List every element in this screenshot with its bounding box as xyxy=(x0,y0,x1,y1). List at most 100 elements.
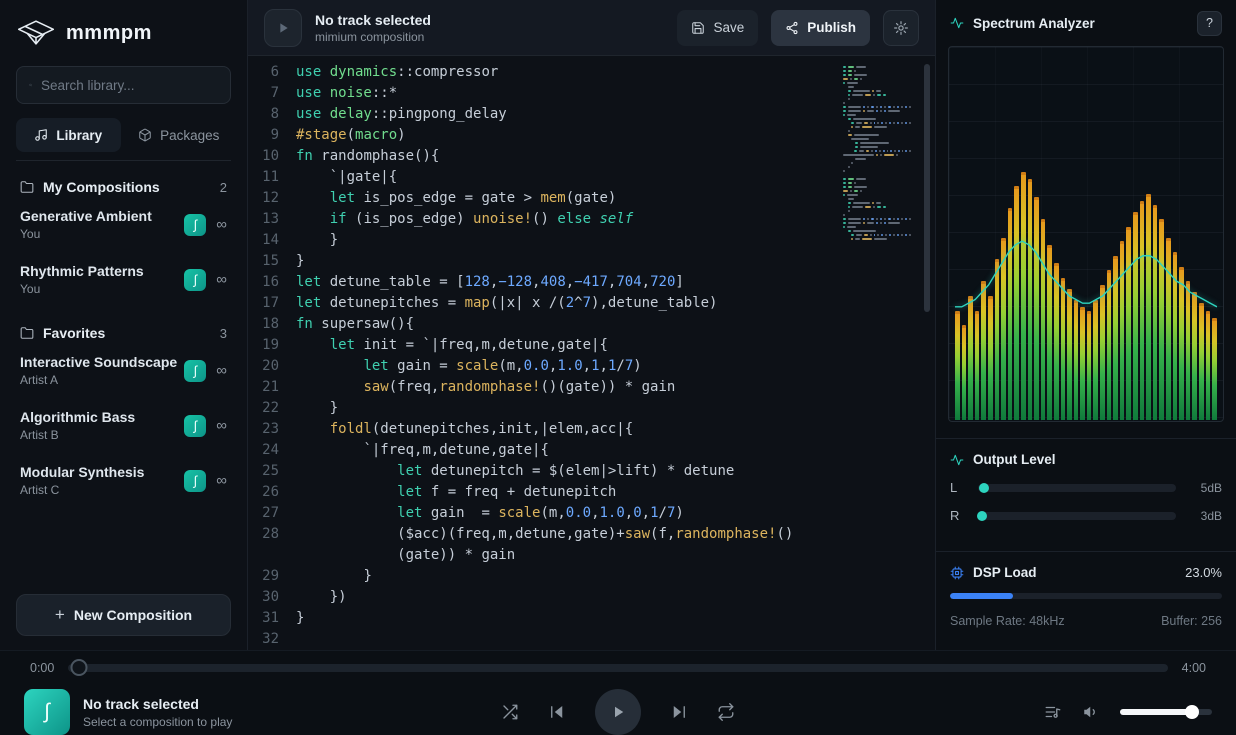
sidebar: mmmpm Library Packages My Compositions 2… xyxy=(0,0,248,650)
tab-label: Packages xyxy=(160,128,219,143)
publish-button[interactable]: Publish xyxy=(771,10,870,46)
waveform-tile-icon: ∫ xyxy=(184,360,206,382)
repeat-button[interactable] xyxy=(717,703,735,721)
save-button[interactable]: Save xyxy=(677,10,758,46)
list-item-modular-synthesis[interactable]: Modular Synthesis Artist C ∫ ∞ xyxy=(16,453,231,508)
code-line[interactable]: 21 saw(freq,randomphase!()(gate)) * gain xyxy=(248,377,935,398)
editor-track-meta: No track selected mimium composition xyxy=(315,12,431,44)
queue-button[interactable] xyxy=(1044,703,1062,721)
minimap-line xyxy=(843,102,911,104)
volume-knob[interactable] xyxy=(1185,705,1199,719)
code-text: foldl(detunepitches,init,|elem,acc|{ xyxy=(296,419,633,440)
minimap-line xyxy=(843,230,911,232)
minimap[interactable] xyxy=(843,66,911,242)
minimap-line xyxy=(843,194,911,196)
spectrum-curve xyxy=(955,55,1217,420)
section-count: 2 xyxy=(220,180,227,195)
search-input[interactable] xyxy=(41,78,218,93)
composition-title: Generative Ambient xyxy=(20,208,152,224)
dsp-load-value: 23.0% xyxy=(1185,565,1222,580)
channel-label: R xyxy=(950,508,966,523)
play-button[interactable] xyxy=(595,689,641,735)
code-line[interactable]: 31} xyxy=(248,608,935,629)
code-line[interactable]: 24 `|freq,m,detune,gate|{ xyxy=(248,440,935,461)
code-editor[interactable]: 6use dynamics::compressor7use noise::*8u… xyxy=(248,56,935,650)
code-line[interactable]: 12 let is_pos_edge = gate > mem(gate) xyxy=(248,188,935,209)
help-button[interactable]: ? xyxy=(1197,11,1222,36)
minimap-line xyxy=(843,70,911,72)
minimap-line xyxy=(843,118,911,120)
code-text: let detunepitches = map(|x| x /(2^7),det… xyxy=(296,293,717,314)
dsp-load-fill xyxy=(950,593,1013,599)
code-text: } xyxy=(296,251,304,272)
code-text: use dynamics::compressor xyxy=(296,62,498,83)
code-line[interactable]: 10fn randomphase(){ xyxy=(248,146,935,167)
code-line[interactable]: 8use delay::pingpong_delay xyxy=(248,104,935,125)
activity-icon xyxy=(950,453,964,467)
code-line[interactable]: 14 } xyxy=(248,230,935,251)
code-line[interactable]: 11 `|gate|{ xyxy=(248,167,935,188)
list-item-text: Interactive Soundscape Artist A xyxy=(20,354,177,387)
waveform-tile-icon: ∫ xyxy=(184,470,206,492)
code-line[interactable]: 13 if (is_pos_edge) unoise!() else self xyxy=(248,209,935,230)
play-icon xyxy=(609,703,627,721)
code-line[interactable]: 29 } xyxy=(248,566,935,587)
code-line[interactable]: 7use noise::* xyxy=(248,83,935,104)
code-line[interactable]: 20 let gain = scale(m,0.0,1.0,1,1/7) xyxy=(248,356,935,377)
list-item-rhythmic-patterns[interactable]: Rhythmic Patterns You ∫ ∞ xyxy=(16,252,231,307)
next-button[interactable] xyxy=(670,703,688,721)
app-root: mmmpm Library Packages My Compositions 2… xyxy=(0,0,1236,735)
code-line[interactable]: 9#stage(macro) xyxy=(248,125,935,146)
volume-slider[interactable] xyxy=(1120,709,1212,715)
tab-library[interactable]: Library xyxy=(16,118,121,152)
list-item-interactive-soundscape[interactable]: Interactive Soundscape Artist A ∫ ∞ xyxy=(16,343,231,398)
minimap-line xyxy=(843,138,911,140)
tab-packages[interactable]: Packages xyxy=(127,118,232,152)
new-composition-button[interactable]: + New Composition xyxy=(16,594,231,636)
minimap-line xyxy=(843,150,911,152)
code-line[interactable]: 16let detune_table = [128,−128,408,−417,… xyxy=(248,272,935,293)
minimap-line xyxy=(843,86,911,88)
code-line[interactable]: 27 let gain = scale(m,0.0,1.0,0,1/7) xyxy=(248,503,935,524)
editor-topbar: No track selected mimium composition Sav… xyxy=(248,0,935,56)
timeline-slider[interactable] xyxy=(68,664,1167,672)
line-number: 15 xyxy=(248,251,296,272)
code-line[interactable]: 17let detunepitches = map(|x| x /(2^7),d… xyxy=(248,293,935,314)
previous-button[interactable] xyxy=(548,703,566,721)
timeline-knob[interactable] xyxy=(71,659,88,676)
code-line[interactable]: 6use dynamics::compressor xyxy=(248,62,935,83)
code-line[interactable]: 15} xyxy=(248,251,935,272)
code-line[interactable]: 18fn supersaw(){ xyxy=(248,314,935,335)
settings-button[interactable] xyxy=(883,10,919,46)
code-line[interactable]: 25 let detunepitch = $(elem|>lift) * det… xyxy=(248,461,935,482)
code-line[interactable]: 28 ($acc)(freq,m,detune,gate)+saw(f,rand… xyxy=(248,524,935,545)
code-text: let init = `|freq,m,detune,gate|{ xyxy=(296,335,608,356)
code-text: saw(freq,randomphase!()(gate)) * gain xyxy=(296,377,675,398)
search-box[interactable] xyxy=(16,66,231,104)
code-line[interactable]: 22 } xyxy=(248,398,935,419)
minimap-line xyxy=(843,178,911,180)
integral-glyph: ∫ xyxy=(194,272,198,287)
shuffle-button[interactable] xyxy=(501,703,519,721)
folder-icon xyxy=(20,180,34,194)
line-number: 27 xyxy=(248,503,296,524)
timeline: 0:00 4:00 xyxy=(0,651,1236,685)
line-number: 8 xyxy=(248,104,296,125)
volume-button[interactable] xyxy=(1082,703,1100,721)
code-line[interactable]: 30 }) xyxy=(248,587,935,608)
line-number: 7 xyxy=(248,83,296,104)
skip-back-icon xyxy=(548,703,566,721)
editor-play-button[interactable] xyxy=(264,9,302,47)
list-item-algorithmic-bass[interactable]: Algorithmic Bass Artist B ∫ ∞ xyxy=(16,398,231,453)
bottom-bar: 0:00 4:00 ∫ No track selected Select a c… xyxy=(0,650,1236,735)
code-line[interactable]: 23 foldl(detunepitches,init,|elem,acc|{ xyxy=(248,419,935,440)
code-line[interactable]: (gate)) * gain xyxy=(248,545,935,566)
code-line[interactable]: 19 let init = `|freq,m,detune,gate|{ xyxy=(248,335,935,356)
list-item-generative-ambient[interactable]: Generative Ambient You ∫ ∞ xyxy=(16,197,231,252)
code-line[interactable]: 26 let f = freq + detunepitch xyxy=(248,482,935,503)
code-text: `|gate|{ xyxy=(296,167,397,188)
music-note-icon xyxy=(34,128,48,142)
editor-scrollbar[interactable] xyxy=(924,64,930,312)
code-line[interactable]: 32 xyxy=(248,629,935,650)
sample-rate-label: Sample Rate: 48kHz xyxy=(950,614,1065,628)
